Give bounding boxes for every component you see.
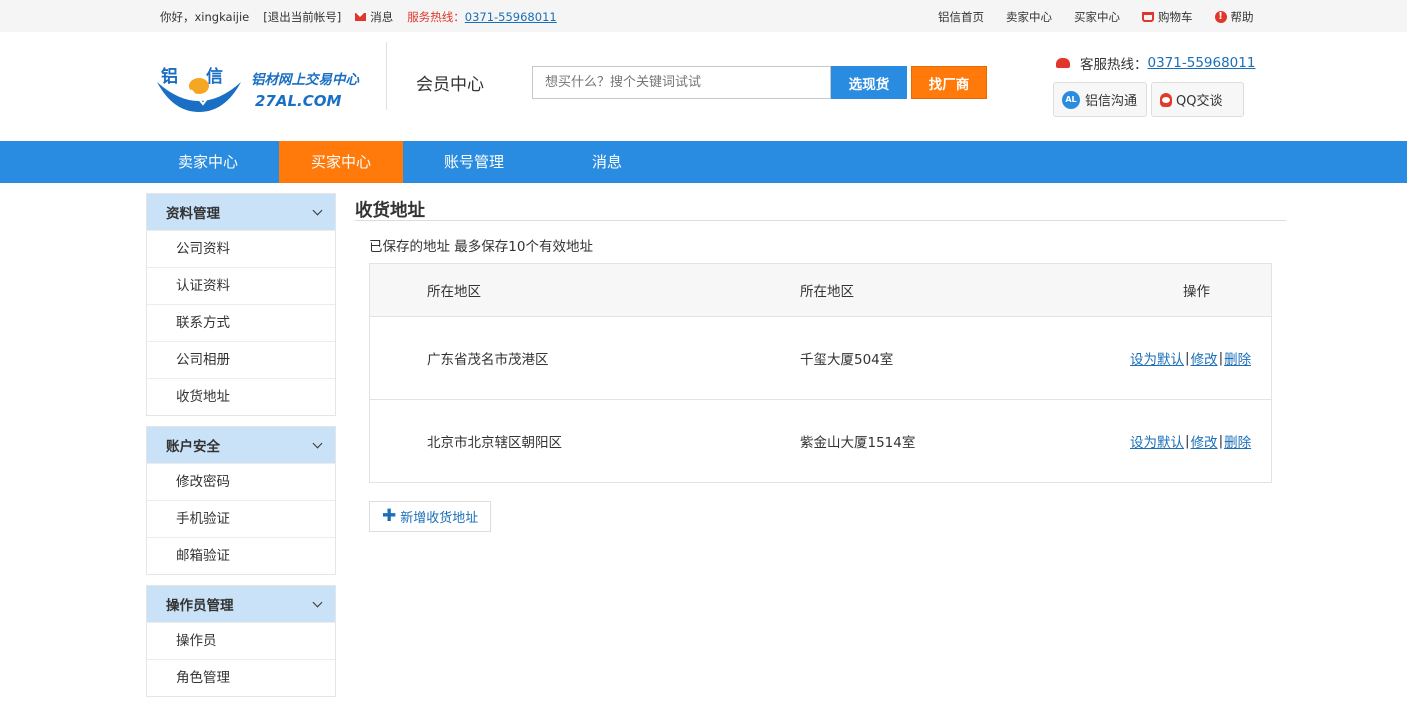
home-link[interactable]: 铝信首页 [938, 9, 984, 25]
action-separator: | [1185, 350, 1190, 366]
chevron-down-icon [312, 438, 323, 448]
sidebar-item-role-management[interactable]: 角色管理 [147, 659, 335, 696]
service-label: 客服热线： [1080, 57, 1148, 73]
column-header-actions: 操作 [1183, 284, 1210, 300]
action-separator: | [1218, 350, 1224, 366]
address-region: 北京市北京辖区朝阳区 [427, 435, 562, 451]
header-divider [386, 42, 387, 110]
page-heading: 会员中心 [416, 75, 484, 95]
qq-chat-label: QQ交谈 [1176, 94, 1223, 109]
sidebar-item-email-verify[interactable]: 邮箱验证 [147, 537, 335, 574]
search-factory-button[interactable]: 找厂商 [911, 66, 987, 99]
sidebar-item-operator[interactable]: 操作员 [147, 622, 335, 659]
messages-link[interactable]: 消息 [355, 9, 393, 25]
messages-label: 消息 [370, 10, 394, 24]
address-table: 所在地区 所在地区 操作 广东省茂名市茂港区 千玺大厦504室 设为默认 | 修改 |… [369, 263, 1272, 483]
table-row: 北京市北京辖区朝阳区 紫金山大厦1514室 设为默认 | 修改 | 删除 [370, 399, 1271, 482]
logout-link[interactable]: [退出当前帐号] [263, 9, 341, 25]
nav-seller-center[interactable]: 卖家中心 [146, 141, 270, 183]
logo-chars: 铝信 [161, 67, 251, 87]
cart-label: 购物车 [1158, 10, 1193, 24]
column-header-address: 所在地区 [800, 284, 854, 300]
site-logo[interactable]: 铝信 铝材网上交易中心 27AL.COM [155, 60, 370, 112]
qq-chat-button[interactable]: QQ交谈 [1151, 82, 1244, 117]
logo-domain: 27AL.COM [255, 92, 342, 110]
address-detail: 紫金山大厦1514室 [800, 435, 916, 451]
buyer-center-link[interactable]: 买家中心 [1074, 9, 1120, 25]
row-actions: 设为默认 | 修改 | 删除 [1130, 317, 1251, 399]
sidebar-item-contact[interactable]: 联系方式 [147, 304, 335, 341]
sidebar-group-title: 资料管理 [166, 206, 220, 222]
logo-slogan: 铝材网上交易中心 [251, 72, 359, 88]
chevron-down-icon [312, 205, 323, 215]
address-limit-note: 已保存的地址 最多保存10个有效地址 [369, 239, 593, 255]
sidebar: 资料管理 公司资料 认证资料 联系方式 公司相册 收货地址 账户安全 修改密码 … [146, 193, 336, 703]
nav-account-management[interactable]: 账号管理 [412, 141, 536, 183]
plus-icon: ✚ [382, 506, 397, 526]
edit-link[interactable]: 修改 [1191, 431, 1218, 451]
search-spot-button[interactable]: 选现货 [831, 66, 907, 99]
table-header: 所在地区 所在地区 操作 [370, 264, 1271, 316]
sidebar-group-header[interactable]: 资料管理 [147, 194, 335, 230]
table-row: 广东省茂名市茂港区 千玺大厦504室 设为默认 | 修改 | 删除 [370, 316, 1271, 399]
top-bar: 你好，xingkaijie [退出当前帐号] 消息 服务热线：0371-5596… [0, 0, 1407, 32]
sidebar-item-certification[interactable]: 认证资料 [147, 267, 335, 304]
phone-icon [1056, 58, 1070, 68]
seller-center-link[interactable]: 卖家中心 [1006, 9, 1052, 25]
help-link[interactable]: ! 帮助 [1214, 9, 1254, 25]
sidebar-group-operators: 操作员管理 操作员 角色管理 [146, 585, 336, 697]
sidebar-group-title: 操作员管理 [166, 598, 234, 614]
sidebar-group-title: 账户安全 [166, 439, 220, 455]
sidebar-item-album[interactable]: 公司相册 [147, 341, 335, 378]
sidebar-group-profile: 资料管理 公司资料 认证资料 联系方式 公司相册 收货地址 [146, 193, 336, 416]
row-actions: 设为默认 | 修改 | 删除 [1130, 400, 1251, 482]
set-default-link[interactable]: 设为默认 [1130, 348, 1184, 368]
delete-link[interactable]: 删除 [1224, 348, 1251, 368]
action-separator: | [1218, 433, 1224, 449]
sidebar-item-shipping-address[interactable]: 收货地址 [147, 378, 335, 415]
chevron-down-icon [312, 597, 323, 607]
hotline-label: 服务热线： [407, 10, 465, 24]
help-label: 帮助 [1230, 10, 1254, 24]
greeting: 你好，xingkaijie [160, 10, 250, 24]
qq-icon [1160, 92, 1172, 107]
main-nav: 卖家中心 买家中心 账号管理 消息 [0, 141, 1407, 183]
add-address-button[interactable]: ✚ 新增收货地址 [369, 501, 491, 532]
al-chat-icon: AL [1062, 90, 1080, 109]
sidebar-group-header[interactable]: 操作员管理 [147, 586, 335, 622]
al-chat-label: 铝信沟通 [1085, 94, 1138, 109]
add-address-label: 新增收货地址 [400, 511, 479, 526]
address-detail: 千玺大厦504室 [800, 352, 894, 368]
cart-link[interactable]: 购物车 [1142, 9, 1193, 25]
action-separator: | [1185, 433, 1190, 449]
delete-link[interactable]: 删除 [1224, 431, 1251, 451]
edit-link[interactable]: 修改 [1191, 348, 1218, 368]
sidebar-item-change-password[interactable]: 修改密码 [147, 463, 335, 500]
set-default-link[interactable]: 设为默认 [1130, 431, 1184, 451]
nav-messages[interactable]: 消息 [545, 141, 669, 183]
service-hotline: 客服热线： 0371-55968011 [1056, 53, 1255, 73]
sidebar-item-company-info[interactable]: 公司资料 [147, 230, 335, 267]
section-divider [355, 220, 1286, 221]
sidebar-item-phone-verify[interactable]: 手机验证 [147, 500, 335, 537]
nav-buyer-center[interactable]: 买家中心 [279, 141, 403, 183]
section-title: 收货地址 [355, 201, 425, 221]
column-header-region: 所在地区 [427, 284, 481, 300]
hotline-number[interactable]: 0371-55968011 [465, 10, 557, 24]
service-number[interactable]: 0371-55968011 [1148, 55, 1256, 71]
envelope-icon [355, 13, 367, 21]
cart-icon [1142, 12, 1154, 22]
help-icon: ! [1214, 11, 1227, 23]
address-region: 广东省茂名市茂港区 [427, 352, 549, 368]
sidebar-group-header[interactable]: 账户安全 [147, 427, 335, 463]
al-chat-button[interactable]: AL 铝信沟通 [1053, 82, 1147, 117]
search-input[interactable] [532, 66, 831, 99]
sidebar-group-security: 账户安全 修改密码 手机验证 邮箱验证 [146, 426, 336, 575]
